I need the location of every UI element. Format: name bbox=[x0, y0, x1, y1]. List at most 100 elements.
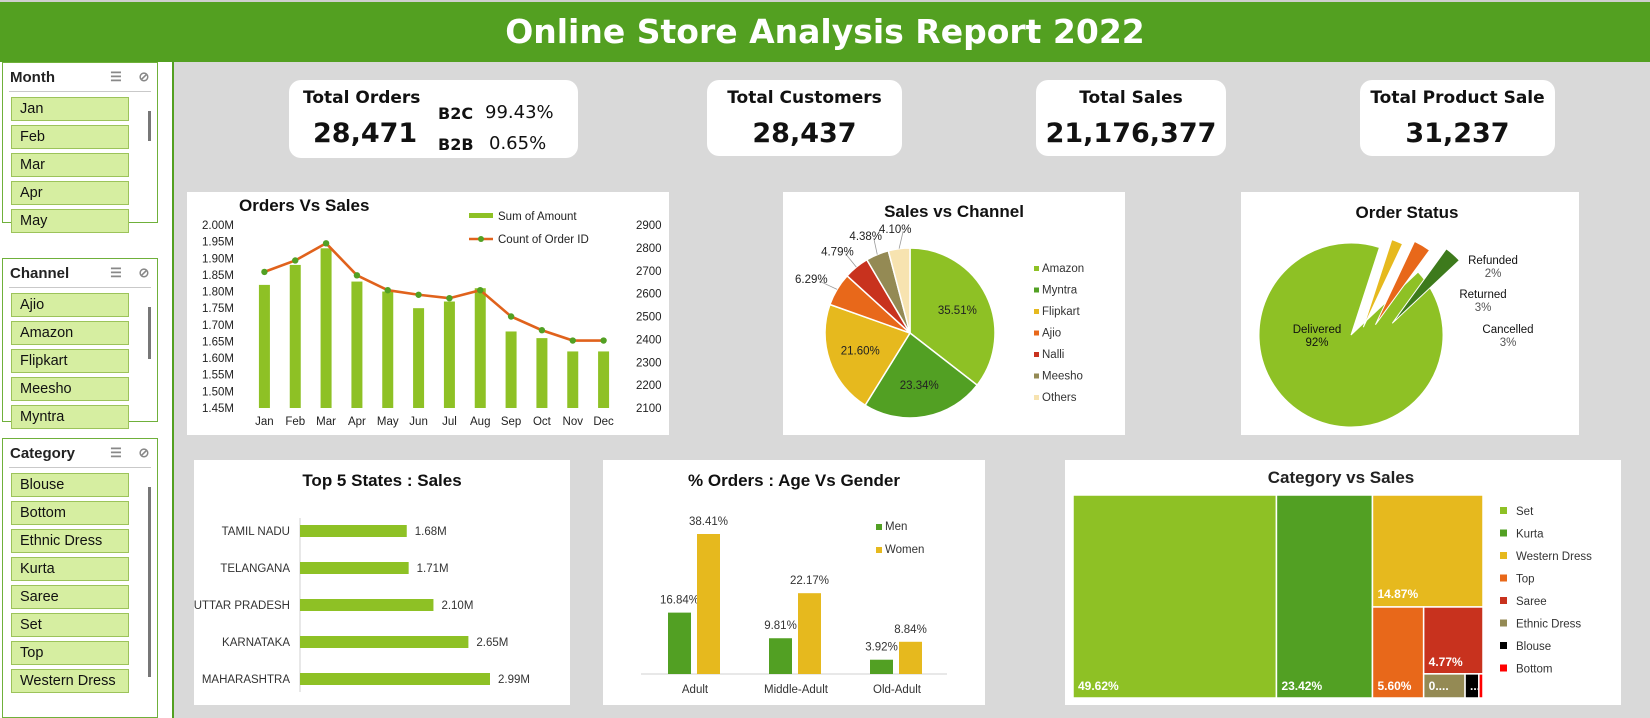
slicer-item-may[interactable]: May bbox=[11, 209, 129, 233]
data-label: 23.42% bbox=[1281, 679, 1322, 693]
slicer-item-mar[interactable]: Mar bbox=[11, 153, 129, 177]
data-label: 1.68M bbox=[415, 526, 447, 538]
legend-label: Ethnic Dress bbox=[1516, 619, 1581, 631]
slicer-item-jan[interactable]: Jan bbox=[11, 97, 129, 121]
data-label: 38.41% bbox=[689, 516, 728, 528]
data-label-name: Cancelled bbox=[1482, 324, 1533, 336]
data-label-value: 2% bbox=[1485, 268, 1502, 280]
slicer-item-myntra[interactable]: Myntra bbox=[11, 405, 129, 429]
x-tick-label: Jan bbox=[255, 416, 274, 428]
bar-jun bbox=[413, 308, 425, 408]
slicer-item-saree[interactable]: Saree bbox=[11, 585, 129, 609]
category-sales-panel: Category vs Sales 49.62% 23.42% 14.87% 5.60%… bbox=[1065, 460, 1621, 705]
bar-men-old-adult bbox=[870, 659, 893, 674]
data-label-name: Delivered bbox=[1293, 324, 1342, 336]
multi-select-icon[interactable]: ☰ bbox=[107, 265, 125, 281]
slicer-item-blouse[interactable]: Blouse bbox=[11, 473, 129, 497]
legend-label: Blouse bbox=[1516, 641, 1551, 653]
legend-swatch-nalli bbox=[1034, 352, 1039, 357]
line-point bbox=[600, 337, 607, 344]
total-sales-label: Total Sales bbox=[1079, 88, 1183, 108]
month-slicer: Month ☰ ⊘ Jan Feb Mar Apr May bbox=[2, 62, 158, 233]
data-label: 4.38% bbox=[849, 231, 882, 243]
slicer-item-set[interactable]: Set bbox=[11, 613, 129, 637]
bar-jan bbox=[258, 284, 270, 408]
slicer-item-ajio[interactable]: Ajio bbox=[11, 293, 129, 317]
y-left-tick-label: 1.50M bbox=[202, 386, 234, 398]
data-label: 14.87% bbox=[1377, 587, 1418, 601]
x-tick-label: Nov bbox=[563, 416, 584, 428]
slicer-divider bbox=[9, 467, 151, 468]
slicer-item-western-dress[interactable]: Western Dress bbox=[11, 669, 129, 693]
legend-marker bbox=[478, 236, 484, 242]
legend-label: Meesho bbox=[1042, 371, 1083, 383]
data-label: 4.79% bbox=[821, 247, 854, 259]
legend-swatch-meesho bbox=[1034, 373, 1039, 379]
slicer-item-meesho[interactable]: Meesho bbox=[11, 377, 129, 401]
legend-swatch-western-dress bbox=[1500, 552, 1507, 559]
data-label: 2.10M bbox=[441, 600, 473, 612]
multi-select-icon[interactable]: ☰ bbox=[107, 69, 125, 85]
legend-swatch-saree bbox=[1500, 597, 1507, 604]
slicer-item-bottom[interactable]: Bottom bbox=[11, 501, 129, 525]
legend-swatch-set bbox=[1500, 507, 1507, 514]
clear-filter-icon[interactable]: ⊘ bbox=[135, 445, 153, 461]
slicer-divider bbox=[9, 287, 151, 288]
legend-swatch-kurta bbox=[1500, 529, 1507, 537]
bar-women-middle-adult bbox=[798, 593, 821, 674]
treemap-tile-bottom bbox=[1478, 673, 1484, 699]
chart-title: Orders Vs Sales bbox=[239, 196, 369, 215]
data-label: 22.17% bbox=[790, 575, 829, 587]
sales-vs-channel-chart: Sales vs Channel 35.51% 23.34% 21.60% 6.29% 4… bbox=[795, 202, 1084, 419]
y-right-tick-label: 2100 bbox=[636, 403, 662, 415]
slicer-item-amazon[interactable]: Amazon bbox=[11, 321, 129, 345]
legend-swatch-blouse bbox=[1500, 642, 1507, 649]
y-left-tick-label: 1.65M bbox=[202, 336, 234, 348]
legend-label: Women bbox=[885, 544, 924, 556]
data-label: 8.84% bbox=[894, 624, 927, 636]
y-right-tick-label: 2600 bbox=[636, 289, 662, 301]
legend-label: Top bbox=[1516, 574, 1535, 586]
slicer-scrollbar[interactable] bbox=[148, 111, 151, 141]
chart-title: Sales vs Channel bbox=[884, 202, 1024, 221]
legend-label: Sum of Amount bbox=[498, 211, 577, 223]
clear-filter-icon[interactable]: ⊘ bbox=[135, 69, 153, 85]
slicer-scrollbar[interactable] bbox=[148, 307, 151, 359]
y-left-tick-label: 1.75M bbox=[202, 303, 234, 315]
data-label: 1.71M bbox=[417, 563, 449, 575]
line-point bbox=[322, 240, 330, 247]
legend-label: Kurta bbox=[1516, 529, 1544, 541]
x-tick-label: Old-Adult bbox=[873, 684, 922, 696]
slicer-item-kurta[interactable]: Kurta bbox=[11, 557, 129, 581]
category-slicer-title: Category bbox=[10, 444, 76, 462]
data-label: 21.60% bbox=[841, 345, 880, 357]
y-tick-label: UTTAR PRADESH bbox=[194, 600, 290, 612]
x-tick-label: Adult bbox=[682, 684, 709, 696]
legend-label: Ajio bbox=[1042, 328, 1061, 340]
legend-label: Bottom bbox=[1516, 664, 1552, 676]
line-point bbox=[569, 337, 576, 344]
bar-uttar-pradesh bbox=[300, 599, 434, 611]
slicer-item-flipkart[interactable]: Flipkart bbox=[11, 349, 129, 373]
x-tick-label: May bbox=[377, 416, 399, 428]
multi-select-icon[interactable]: ☰ bbox=[107, 445, 125, 461]
data-label: 2.65M bbox=[476, 637, 508, 649]
data-label: 3.92% bbox=[865, 642, 898, 654]
page-title: Online Store Analysis Report 2022 bbox=[0, 2, 1650, 62]
slicer-item-top[interactable]: Top bbox=[11, 641, 129, 665]
category-sales-chart: Category vs Sales 49.62% 23.42% 14.87% 5.60%… bbox=[1072, 468, 1592, 699]
line-point bbox=[507, 313, 515, 320]
clear-filter-icon[interactable]: ⊘ bbox=[135, 265, 153, 281]
chart-title: Category vs Sales bbox=[1268, 468, 1414, 487]
x-tick-label: Jul bbox=[442, 416, 457, 428]
slicer-item-ethnic-dress[interactable]: Ethnic Dress bbox=[11, 529, 129, 553]
slicer-item-feb[interactable]: Feb bbox=[11, 125, 129, 149]
channel-slicer-title: Channel bbox=[10, 264, 70, 282]
y-right-tick-label: 2900 bbox=[636, 220, 662, 232]
slicer-item-apr[interactable]: Apr bbox=[11, 181, 129, 205]
legend-swatch-ajio bbox=[1034, 330, 1039, 336]
slicer-scrollbar[interactable] bbox=[148, 487, 151, 677]
order-status-panel: Order Status Delivered 92% Refunded 2% Return… bbox=[1241, 192, 1579, 435]
top-states-panel: Top 5 States : Sales TAMIL NADU 1.68M TELAN… bbox=[194, 460, 570, 705]
total-product-sale-value: 31,237 bbox=[1405, 118, 1510, 149]
